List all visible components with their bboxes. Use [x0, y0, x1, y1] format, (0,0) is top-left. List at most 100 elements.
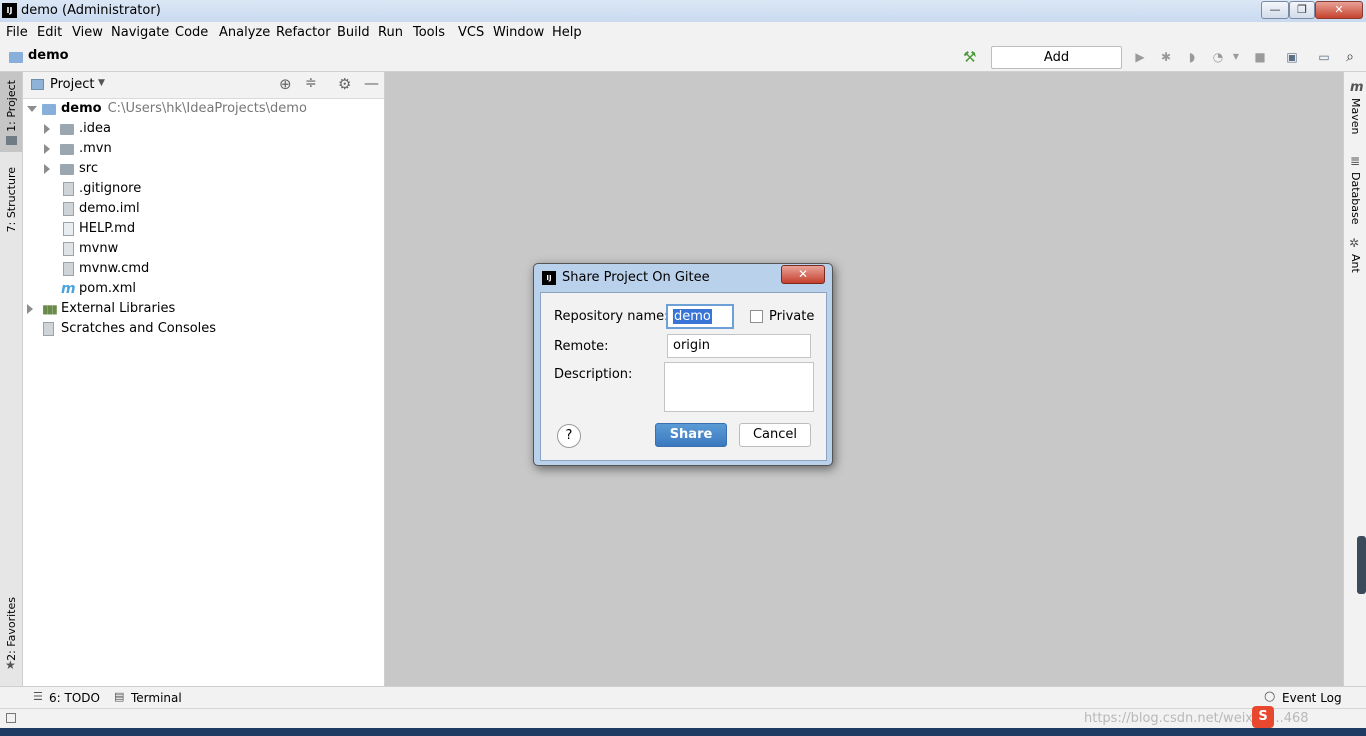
- menu-vcs[interactable]: VCS: [458, 25, 484, 40]
- tree-item-label: Scratches and Consoles: [61, 321, 217, 336]
- tree-item-label: HELP.md: [79, 221, 136, 236]
- repository-name-label: Repository name:: [554, 309, 669, 324]
- presentation-icon[interactable]: ▭: [1317, 50, 1331, 64]
- ant-icon: ✲: [1349, 236, 1360, 250]
- menu-run[interactable]: Run: [378, 25, 403, 40]
- private-label: Private: [769, 309, 815, 324]
- expand-arrow-icon[interactable]: [44, 124, 50, 134]
- terminal-tool-tab[interactable]: Terminal: [131, 691, 182, 705]
- tree-item-mvnw[interactable]: mvnw: [23, 239, 384, 259]
- tree-item-external-libraries[interactable]: ▮▮▮ External Libraries: [23, 299, 384, 319]
- star-icon: ★: [5, 658, 16, 672]
- menu-window[interactable]: Window: [493, 25, 544, 40]
- project-tool-window: Project ▼ ⊕ ≑ ⚙ — demo C:\Users\hk\IdeaPr…: [23, 72, 385, 686]
- remote-input[interactable]: origin: [667, 334, 811, 358]
- menu-help[interactable]: Help: [552, 25, 582, 40]
- tree-item-demo-iml[interactable]: demo.iml: [23, 199, 384, 219]
- tree-item-label: pom.xml: [79, 281, 136, 296]
- project-tool-tab[interactable]: 1: Project: [5, 80, 18, 132]
- description-textarea[interactable]: [664, 362, 814, 412]
- structure-tool-tab[interactable]: 7: Structure: [5, 167, 18, 232]
- event-log-icon: ○: [1264, 689, 1276, 704]
- project-structure-icon[interactable]: ▣: [1285, 50, 1299, 64]
- add-configuration-button[interactable]: Add Configuration...: [991, 46, 1122, 86]
- folder-icon: [60, 124, 74, 135]
- locate-icon[interactable]: ⊕: [279, 75, 292, 93]
- left-tool-stripe: 1: Project 7: Structure 2: Favorites ★: [0, 72, 23, 686]
- chevron-down-icon[interactable]: ▼: [98, 78, 105, 88]
- stop-icon[interactable]: ■: [1253, 50, 1267, 64]
- tree-item-mvnw-cmd[interactable]: mvnw.cmd: [23, 259, 384, 279]
- event-log-tool-tab[interactable]: Event Log: [1282, 691, 1342, 705]
- tree-item-gitignore[interactable]: .gitignore: [23, 179, 384, 199]
- description-label: Description:: [554, 367, 633, 382]
- profile-icon[interactable]: ◔: [1211, 50, 1225, 64]
- editor-area: [385, 72, 1342, 686]
- library-icon: ▮▮▮: [42, 302, 58, 316]
- search-icon[interactable]: ⌕: [1343, 50, 1357, 64]
- menu-tools[interactable]: Tools: [413, 25, 445, 40]
- private-checkbox[interactable]: [750, 310, 763, 323]
- menu-refactor[interactable]: Refactor: [276, 25, 331, 40]
- maven-file-icon: m: [61, 281, 76, 297]
- todo-tool-tab[interactable]: 6: TODO: [49, 691, 100, 705]
- run-icon[interactable]: ▶: [1133, 50, 1147, 64]
- remote-label: Remote:: [554, 339, 609, 354]
- tree-item-scratches[interactable]: Scratches and Consoles: [23, 319, 384, 339]
- coverage-icon[interactable]: ◗: [1185, 50, 1199, 64]
- hide-icon[interactable]: —: [364, 74, 379, 92]
- tree-item-label: mvnw: [79, 241, 119, 256]
- list-icon: ☰: [33, 690, 43, 703]
- iml-file-icon: [63, 202, 74, 216]
- restore-button[interactable]: ❐: [1289, 1, 1315, 19]
- repository-name-input[interactable]: demo: [666, 304, 734, 329]
- ant-tool-tab[interactable]: Ant: [1349, 254, 1362, 273]
- menu-edit[interactable]: Edit: [37, 25, 62, 40]
- menu-view[interactable]: View: [72, 25, 103, 40]
- terminal-icon: ▤: [114, 690, 125, 703]
- share-button[interactable]: Share: [655, 423, 727, 447]
- expand-arrow-icon[interactable]: [27, 106, 37, 112]
- tree-item-label: .gitignore: [79, 181, 142, 196]
- tree-item-pom-xml[interactable]: m pom.xml: [23, 279, 384, 299]
- dialog-title: Share Project On Gitee: [562, 270, 710, 285]
- input-method-icon[interactable]: S: [1252, 706, 1274, 728]
- menu-navigate[interactable]: Navigate: [111, 25, 169, 40]
- database-tool-tab[interactable]: Database: [1349, 172, 1362, 225]
- minimize-button[interactable]: —: [1261, 1, 1289, 19]
- gitignore-file-icon: [63, 182, 74, 196]
- chevron-down-icon[interactable]: ▼: [1229, 50, 1243, 64]
- right-tool-stripe: m Maven ≣ Database ✲ Ant: [1343, 72, 1366, 686]
- build-hammer-icon[interactable]: ⚒: [963, 48, 976, 66]
- favorites-tool-tab[interactable]: 2: Favorites: [5, 597, 18, 661]
- debug-icon[interactable]: ✱: [1159, 50, 1173, 64]
- project-view-selector[interactable]: Project: [50, 77, 94, 92]
- project-folder-icon: [6, 136, 17, 145]
- breadcrumb-demo[interactable]: demo: [28, 48, 69, 63]
- help-button[interactable]: ?: [557, 424, 581, 448]
- dialog-close-button[interactable]: ✕: [781, 265, 825, 284]
- expand-arrow-icon[interactable]: [44, 144, 50, 154]
- cancel-button[interactable]: Cancel: [739, 423, 811, 447]
- expand-arrow-icon[interactable]: [44, 164, 50, 174]
- tree-item-src[interactable]: src: [23, 159, 384, 179]
- gear-icon[interactable]: ⚙: [338, 75, 351, 93]
- collapse-all-icon[interactable]: ≑: [305, 75, 317, 91]
- status-bar: https://blog.csdn.net/weixin_...468 S: [0, 706, 1366, 729]
- tree-item-mvn[interactable]: .mvn: [23, 139, 384, 159]
- menu-analyze[interactable]: Analyze: [219, 25, 270, 40]
- tree-item-help-md[interactable]: HELP.md: [23, 219, 384, 239]
- text-file-icon: [63, 262, 74, 276]
- folder-icon: [60, 164, 74, 175]
- menu-build[interactable]: Build: [337, 25, 370, 40]
- tree-item-idea[interactable]: .idea: [23, 119, 384, 139]
- menu-code[interactable]: Code: [175, 25, 208, 40]
- markdown-file-icon: [63, 222, 74, 236]
- menu-file[interactable]: File: [6, 25, 28, 40]
- tree-root-demo[interactable]: demo C:\Users\hk\IdeaProjects\demo: [23, 99, 384, 119]
- expand-arrow-icon[interactable]: [27, 304, 33, 314]
- status-toggle-icon[interactable]: [6, 713, 16, 723]
- tree-root-path: C:\Users\hk\IdeaProjects\demo: [107, 101, 307, 116]
- close-window-button[interactable]: ✕: [1315, 1, 1363, 19]
- maven-tool-tab[interactable]: Maven: [1349, 98, 1362, 134]
